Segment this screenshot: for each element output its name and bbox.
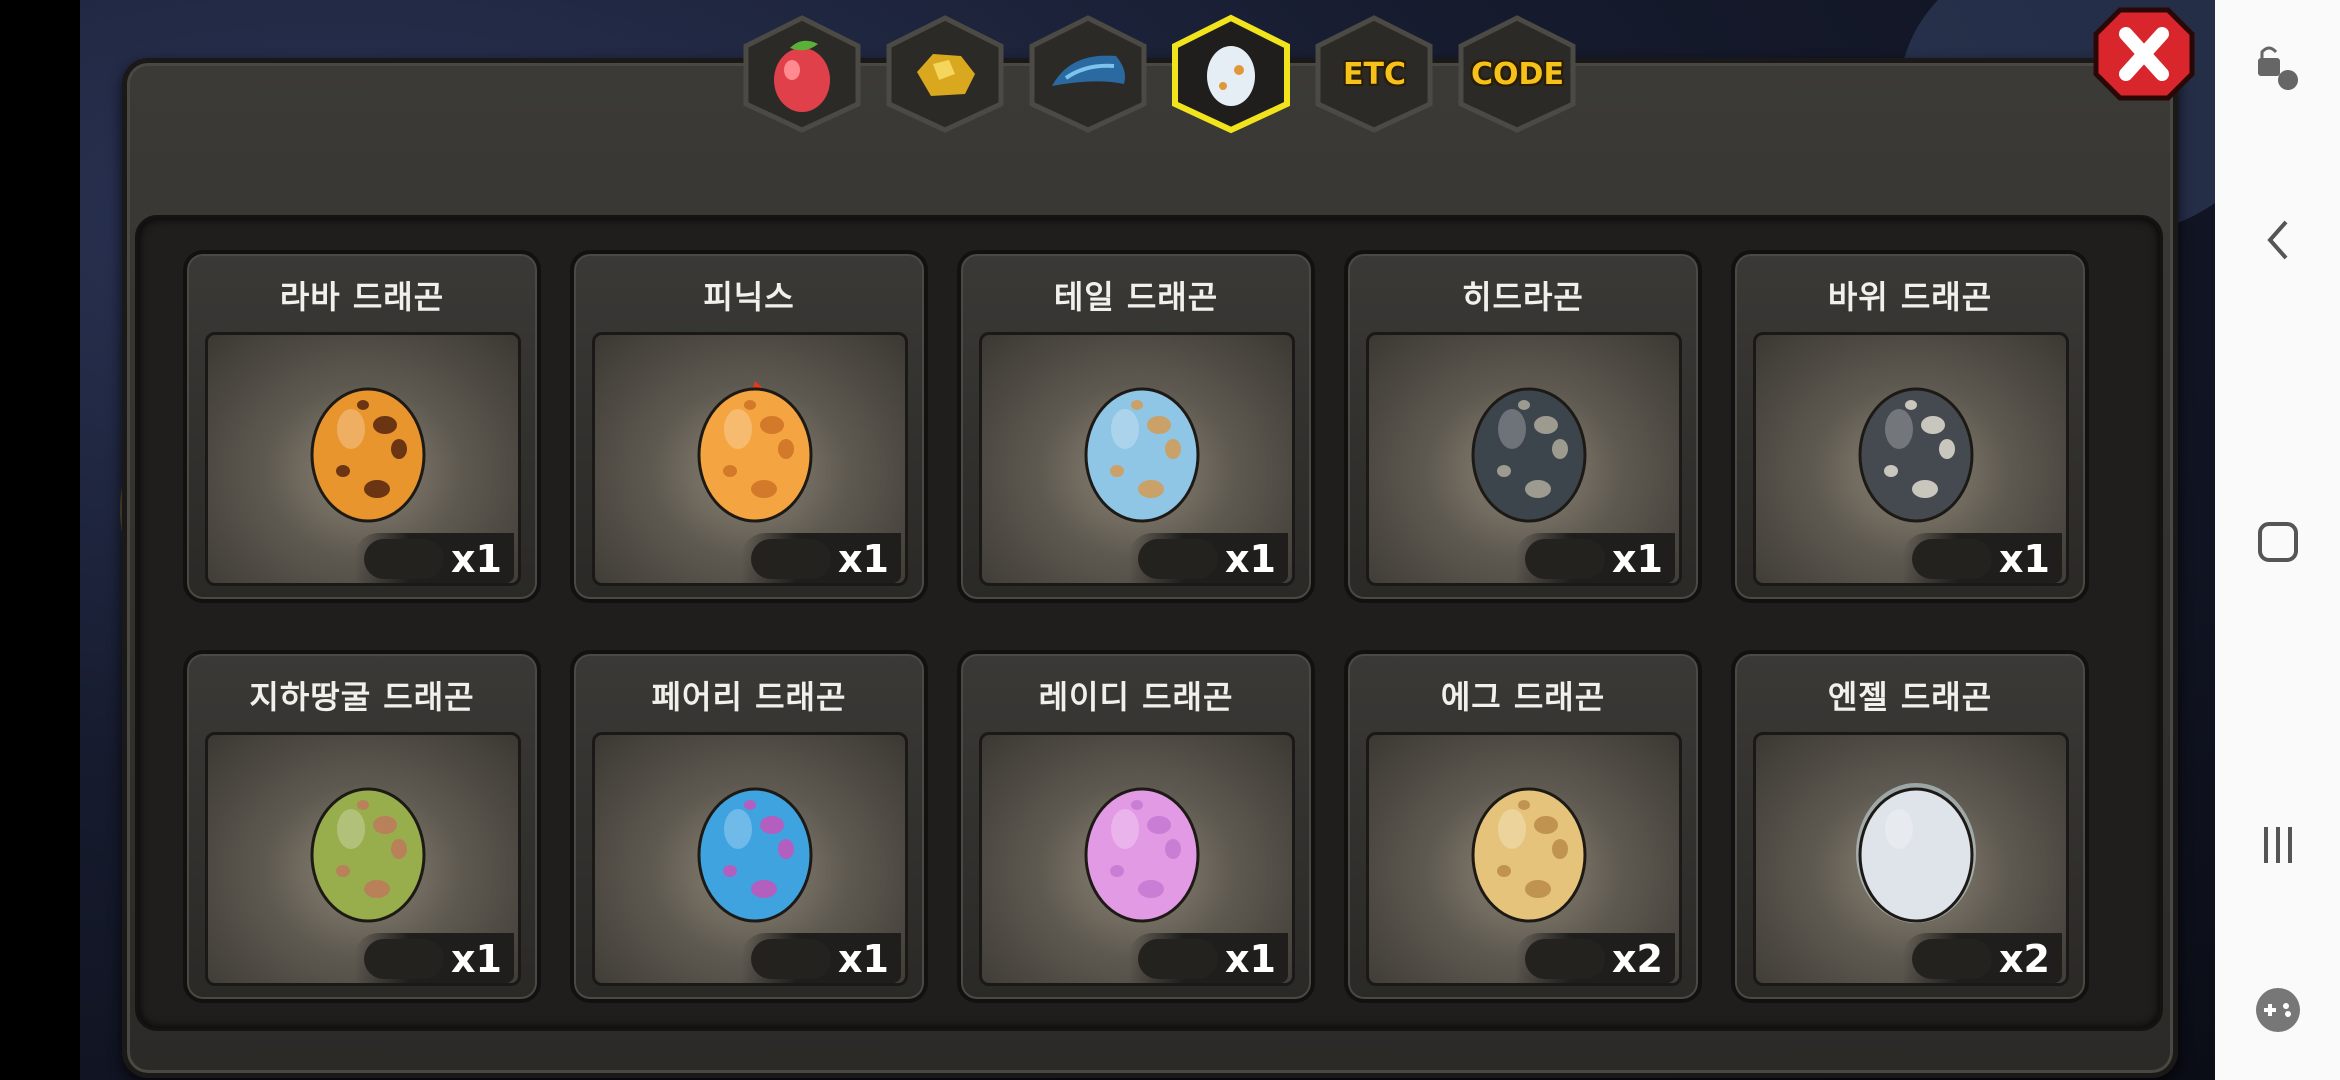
egg-card[interactable]: 페어리 드래곤 x1 bbox=[570, 650, 928, 1003]
egg-count-badge: x1 bbox=[741, 933, 901, 983]
close-button[interactable] bbox=[2090, 4, 2198, 104]
egg-card[interactable]: 바위 드래곤 x1 bbox=[1731, 250, 2089, 603]
tab-label bbox=[740, 14, 865, 134]
count-badge-bg bbox=[1525, 539, 1605, 579]
egg-card[interactable]: 피닉스 x1 bbox=[570, 250, 928, 603]
egg-icon bbox=[310, 387, 426, 523]
egg-count-badge: x1 bbox=[1515, 533, 1675, 583]
egg-count-badge: x1 bbox=[1128, 533, 1288, 583]
game-tools-button[interactable] bbox=[2215, 965, 2340, 1055]
egg-slot: x1 bbox=[979, 332, 1295, 586]
egg-name: 에그 드래곤 bbox=[1440, 678, 1606, 716]
egg-card[interactable]: 에그 드래곤 x2 bbox=[1344, 650, 1702, 1003]
egg-slot: x2 bbox=[1366, 732, 1682, 986]
egg-card[interactable]: 테일 드래곤 x1 bbox=[957, 250, 1315, 603]
egg-name: 테일 드래곤 bbox=[1053, 278, 1219, 316]
egg-card[interactable]: 지하땅굴 드래곤 x1 bbox=[183, 650, 541, 1003]
gamepad-icon bbox=[2255, 988, 2300, 1032]
count-badge-bg bbox=[1138, 539, 1218, 579]
egg-slot: x1 bbox=[1366, 332, 1682, 586]
egg-slot: x1 bbox=[205, 332, 521, 586]
touch-lock-icon bbox=[2257, 46, 2298, 90]
count-badge-bg bbox=[1912, 939, 1992, 979]
tab-label bbox=[1169, 14, 1294, 134]
egg-count-badge: x2 bbox=[1902, 933, 2062, 983]
egg-icon bbox=[697, 381, 813, 523]
recent-apps-button[interactable] bbox=[2215, 800, 2340, 890]
egg-icon bbox=[1856, 783, 1976, 923]
egg-count: x1 bbox=[451, 537, 502, 581]
egg-count-badge: x1 bbox=[354, 533, 514, 583]
egg-icon bbox=[697, 787, 813, 923]
egg-name: 라바 드래곤 bbox=[279, 278, 445, 316]
home-icon bbox=[2257, 522, 2298, 562]
egg-count-badge: x1 bbox=[1128, 933, 1288, 983]
egg-icon bbox=[1471, 787, 1587, 923]
egg-icon bbox=[310, 787, 426, 923]
egg-slot: x1 bbox=[205, 732, 521, 986]
count-badge-bg bbox=[364, 539, 444, 579]
egg-count: x1 bbox=[838, 937, 889, 981]
tab-code[interactable]: CODE bbox=[1455, 14, 1580, 134]
tab-label: CODE bbox=[1471, 56, 1564, 92]
tab-label bbox=[883, 14, 1008, 134]
egg-name: 엔젤 드래곤 bbox=[1827, 678, 1993, 716]
egg-count: x1 bbox=[451, 937, 502, 981]
tab-fruit[interactable] bbox=[740, 14, 865, 134]
egg-count: x1 bbox=[1999, 537, 2050, 581]
egg-count: x2 bbox=[1612, 937, 1663, 981]
back-button[interactable] bbox=[2215, 195, 2340, 285]
count-badge-bg bbox=[751, 939, 831, 979]
tab-label bbox=[1026, 14, 1151, 134]
egg-count: x1 bbox=[838, 537, 889, 581]
egg-icon bbox=[1471, 387, 1587, 523]
tab-gold[interactable] bbox=[883, 14, 1008, 134]
tab-etc[interactable]: ETC bbox=[1312, 14, 1437, 134]
egg-card[interactable]: 엔젤 드래곤 x2 bbox=[1731, 650, 2089, 1003]
egg-card[interactable]: 레이디 드래곤 x1 bbox=[957, 650, 1315, 1003]
egg-icon bbox=[1084, 387, 1200, 523]
tab-scale[interactable] bbox=[1026, 14, 1151, 134]
back-icon bbox=[2266, 220, 2287, 260]
egg-slot: x1 bbox=[592, 332, 908, 586]
count-badge-bg bbox=[751, 539, 831, 579]
egg-count: x1 bbox=[1225, 537, 1276, 581]
egg-slot: x1 bbox=[979, 732, 1295, 986]
egg-slot: x2 bbox=[1753, 732, 2069, 986]
egg-name: 지하땅굴 드래곤 bbox=[249, 678, 475, 716]
close-icon bbox=[2093, 7, 2195, 101]
egg-name: 레이디 드래곤 bbox=[1038, 678, 1234, 716]
touch-lock-button[interactable] bbox=[2215, 25, 2340, 115]
egg-count: x1 bbox=[1612, 537, 1663, 581]
egg-icon bbox=[1084, 787, 1200, 923]
egg-name: 페어리 드래곤 bbox=[651, 678, 847, 716]
egg-count-badge: x1 bbox=[1902, 533, 2062, 583]
game-screen: ETC CODE 라바 드래곤 x1 피닉스 x1 테일 드래곤 x1 히드라곤 x1 바위 드… bbox=[0, 0, 2215, 1080]
tab-label: ETC bbox=[1343, 56, 1406, 92]
egg-name: 히드라곤 bbox=[1462, 278, 1584, 316]
egg-slot: x1 bbox=[1753, 332, 2069, 586]
recent-apps-icon bbox=[2263, 827, 2292, 863]
egg-name: 피닉스 bbox=[703, 278, 795, 316]
egg-slot: x1 bbox=[592, 732, 908, 986]
egg-count-badge: x2 bbox=[1515, 933, 1675, 983]
egg-card[interactable]: 라바 드래곤 x1 bbox=[183, 250, 541, 603]
android-nav-bar bbox=[2215, 0, 2340, 1080]
egg-icon bbox=[1858, 387, 1974, 523]
egg-count-badge: x1 bbox=[354, 933, 514, 983]
count-badge-bg bbox=[364, 939, 444, 979]
home-button[interactable] bbox=[2215, 497, 2340, 587]
egg-count-badge: x1 bbox=[741, 533, 901, 583]
egg-name: 바위 드래곤 bbox=[1827, 278, 1993, 316]
egg-card[interactable]: 히드라곤 x1 bbox=[1344, 250, 1702, 603]
egg-count: x2 bbox=[1999, 937, 2050, 981]
count-badge-bg bbox=[1912, 539, 1992, 579]
tab-egg[interactable] bbox=[1169, 14, 1294, 134]
count-badge-bg bbox=[1138, 939, 1218, 979]
count-badge-bg bbox=[1525, 939, 1605, 979]
egg-count: x1 bbox=[1225, 937, 1276, 981]
